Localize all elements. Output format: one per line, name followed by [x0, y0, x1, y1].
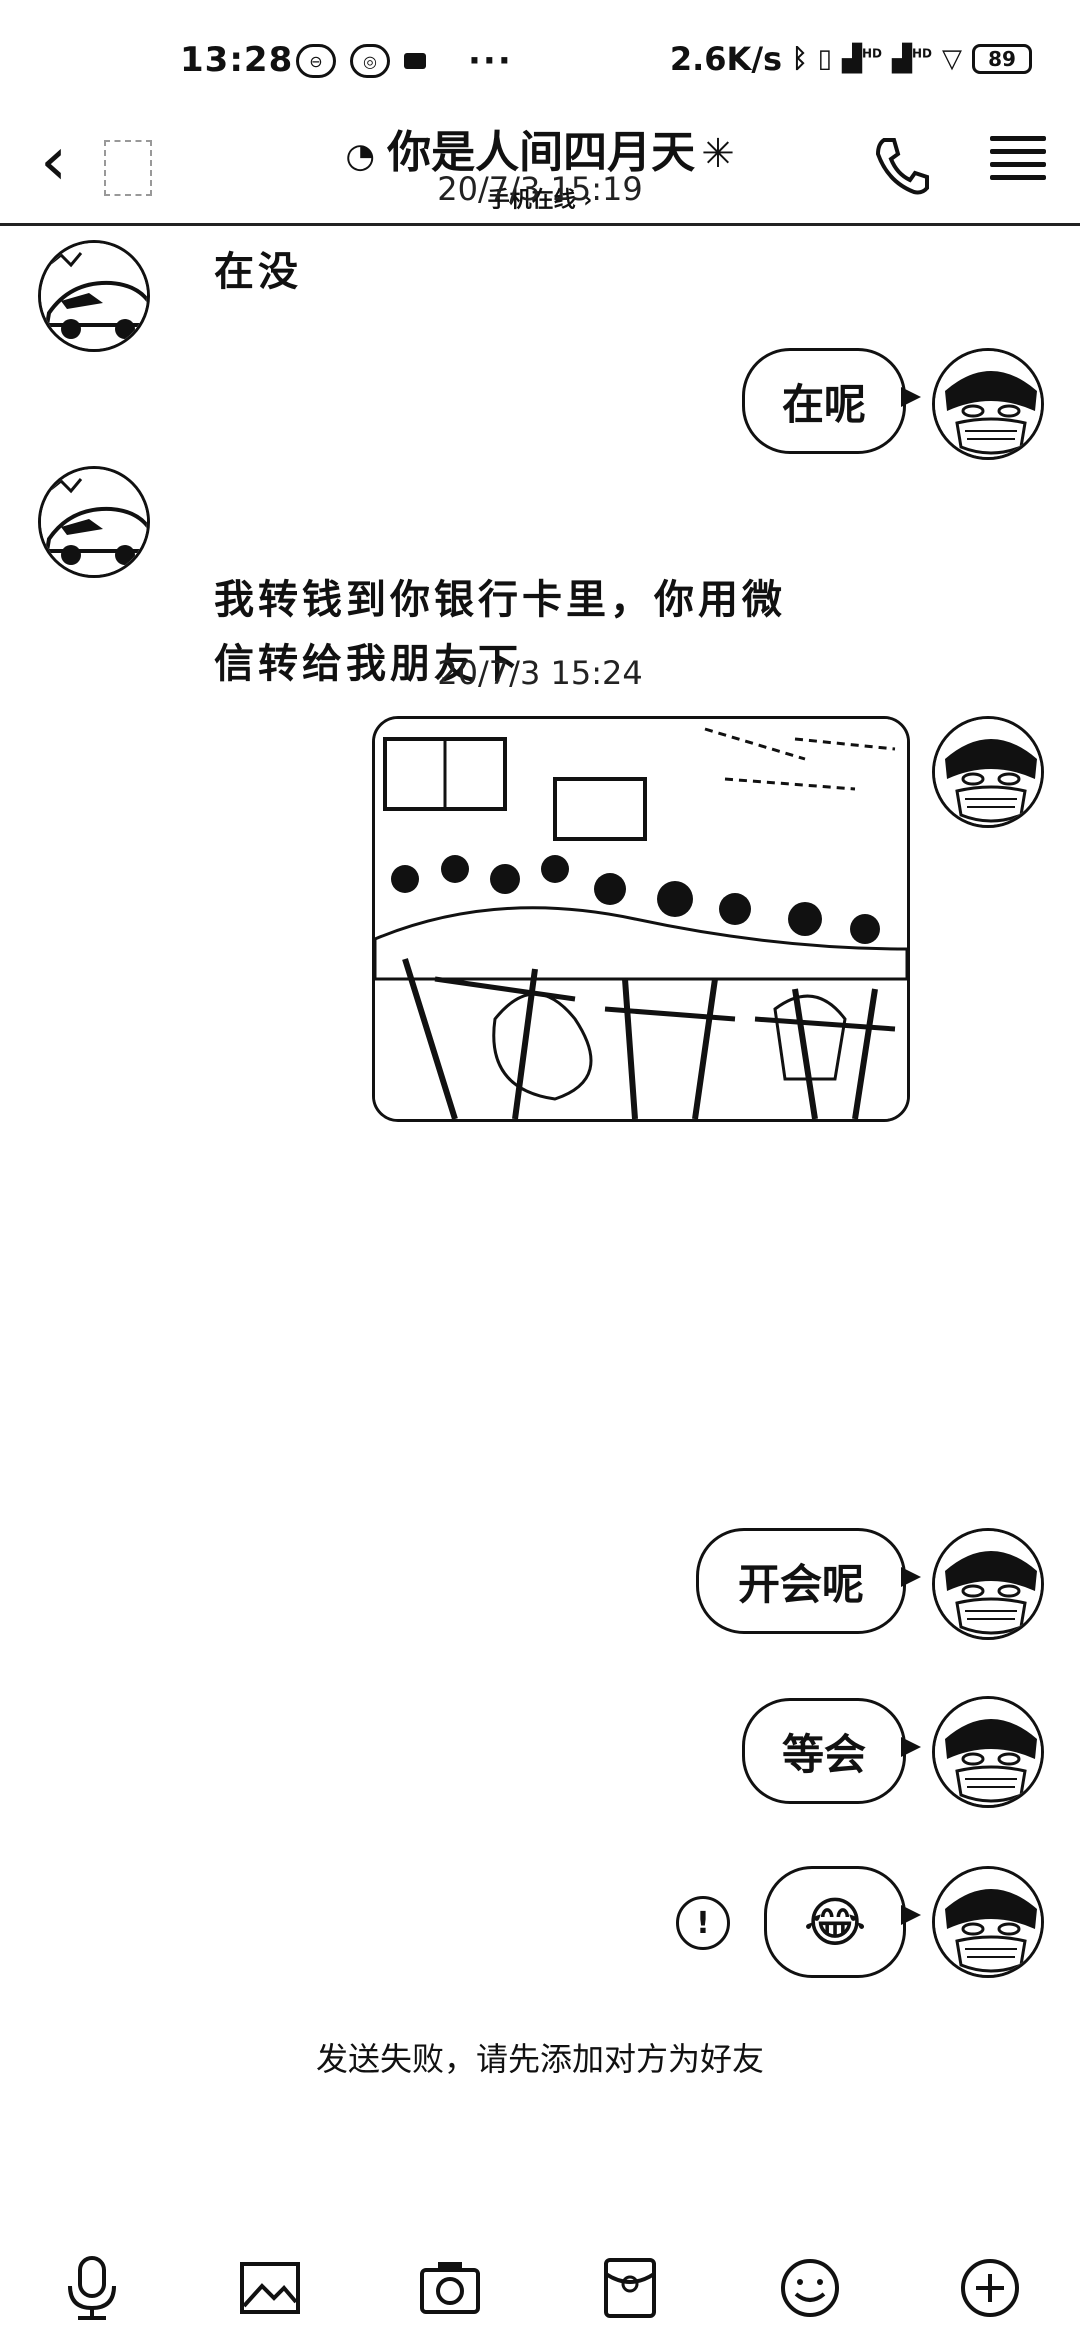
camera-icon — [420, 2262, 480, 2314]
notification-app-icon: ◎ — [350, 44, 390, 78]
my-avatar[interactable] — [932, 716, 1044, 828]
message-left[interactable]: 在没 — [214, 240, 302, 304]
message-bubble-right[interactable]: 在呢 — [742, 348, 921, 454]
message-bubble-right[interactable]: 开会呢 — [696, 1528, 921, 1634]
classroom-photo-icon — [375, 719, 907, 1119]
wifi-icon: ▽ — [942, 44, 962, 74]
photo-message[interactable] — [372, 716, 910, 1122]
image-button[interactable] — [238, 2256, 302, 2320]
battery-icon: 89 — [972, 44, 1032, 74]
status-time: 13:28 — [180, 40, 294, 80]
my-avatar[interactable] — [932, 1528, 1044, 1640]
plus-icon — [961, 2259, 1019, 2317]
laughing-emoji-icon: 😂 — [803, 1890, 867, 1954]
input-toolbar — [0, 2240, 1080, 2340]
signal-1-icon: ▟HD — [841, 44, 882, 74]
more-button[interactable] — [958, 2256, 1022, 2320]
emoji-icon — [781, 2259, 839, 2317]
masked-face-avatar-icon — [935, 1869, 1041, 1975]
contact-avatar[interactable] — [38, 240, 150, 352]
message-bubble-right[interactable]: 等会 — [742, 1698, 921, 1804]
status-right-group: 2.6K/s ᛒ ▯ ▟HD ▟HD ▽ 89 — [670, 40, 1032, 78]
message-bubble-right[interactable]: 😂 — [764, 1866, 921, 1978]
camera-button[interactable] — [418, 2256, 482, 2320]
my-avatar[interactable] — [932, 348, 1044, 460]
more-notifications-icon: ··· — [468, 41, 513, 81]
red-packet-button[interactable] — [598, 2256, 662, 2320]
notification-pill-icon: ⊖ — [296, 44, 336, 78]
car-avatar-icon — [41, 243, 147, 349]
voice-button[interactable] — [60, 2256, 124, 2320]
chat-header: ‹ ◔ 你是人间四月天 ✳ 手机在线 › — [0, 110, 1080, 226]
signal-2-icon: ▟HD — [891, 44, 932, 74]
masked-face-avatar-icon — [935, 351, 1041, 457]
send-failed-icon[interactable]: ! — [676, 1896, 730, 1950]
contact-avatar[interactable] — [38, 466, 150, 578]
red-packet-icon — [604, 2258, 656, 2318]
timestamp: 20/7/3 15:19 — [437, 170, 643, 208]
notification-message-icon — [404, 53, 426, 69]
vibrate-icon: ▯ — [817, 44, 832, 74]
my-avatar[interactable] — [932, 1866, 1044, 1978]
masked-face-avatar-icon — [935, 719, 1041, 825]
masked-face-avatar-icon — [935, 1531, 1041, 1637]
emoji-button[interactable] — [778, 2256, 842, 2320]
image-icon — [240, 2262, 300, 2314]
chat-area: 20/7/3 15:19 在没 在呢 我转钱到你银行卡里，你用微 信转给我朋友下… — [0, 170, 1080, 2156]
bluetooth-icon: ᛒ — [792, 44, 808, 74]
status-notification-icons: ⊖ ◎ ··· — [296, 44, 513, 78]
car-avatar-icon — [41, 469, 147, 575]
network-speed: 2.6K/s — [669, 40, 783, 78]
send-failed-notice: 发送失败，请先添加对方为好友 — [315, 2040, 764, 2078]
mic-icon — [68, 2256, 116, 2320]
masked-face-avatar-icon — [935, 1699, 1041, 1805]
timestamp: 20/7/3 15:24 — [437, 654, 643, 692]
my-avatar[interactable] — [932, 1696, 1044, 1808]
